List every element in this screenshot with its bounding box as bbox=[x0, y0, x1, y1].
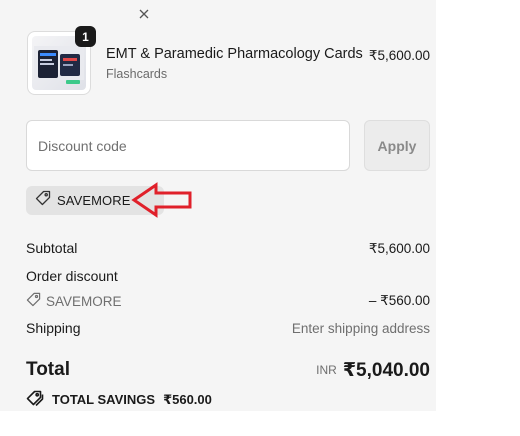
total-savings-label: TOTAL SAVINGS bbox=[52, 392, 156, 407]
applied-discount-code: SAVEMORE bbox=[57, 193, 131, 208]
apply-button[interactable]: Apply bbox=[364, 120, 430, 171]
tag-icon bbox=[35, 190, 51, 211]
discount-code-placeholder: Discount code bbox=[38, 137, 127, 154]
shipping-row: Enter shipping address bbox=[0, 320, 430, 338]
discount-value: – ₹560.00 bbox=[368, 293, 430, 308]
order-discount-label: Order discount bbox=[26, 268, 118, 284]
product-price-row: ₹5,600.00 bbox=[0, 47, 430, 65]
discount-code-input[interactable]: Discount code bbox=[26, 120, 350, 171]
total-savings-value: ₹560.00 bbox=[163, 391, 212, 407]
subtotal-row: ₹5,600.00 bbox=[0, 240, 430, 258]
order-summary-panel: 1 EMT & Paramedic Pharmacology Cards Fla… bbox=[0, 0, 436, 411]
annotation-arrow bbox=[131, 182, 192, 218]
total-row: INR ₹5,040.00 bbox=[0, 359, 430, 382]
currency-code: INR bbox=[316, 363, 337, 377]
product-variant: Flashcards bbox=[106, 67, 168, 81]
close-icon[interactable] bbox=[137, 6, 151, 22]
shipping-value: Enter shipping address bbox=[291, 321, 430, 336]
subtotal-value: ₹5,600.00 bbox=[368, 241, 430, 256]
total-value: ₹5,040.00 bbox=[342, 360, 430, 381]
product-price: ₹5,600.00 bbox=[368, 48, 430, 63]
total-savings: TOTAL SAVINGS ₹560.00 bbox=[26, 390, 212, 409]
tags-icon bbox=[26, 390, 44, 409]
discount-value-row: – ₹560.00 bbox=[0, 292, 430, 310]
quantity-badge: 1 bbox=[75, 26, 96, 47]
